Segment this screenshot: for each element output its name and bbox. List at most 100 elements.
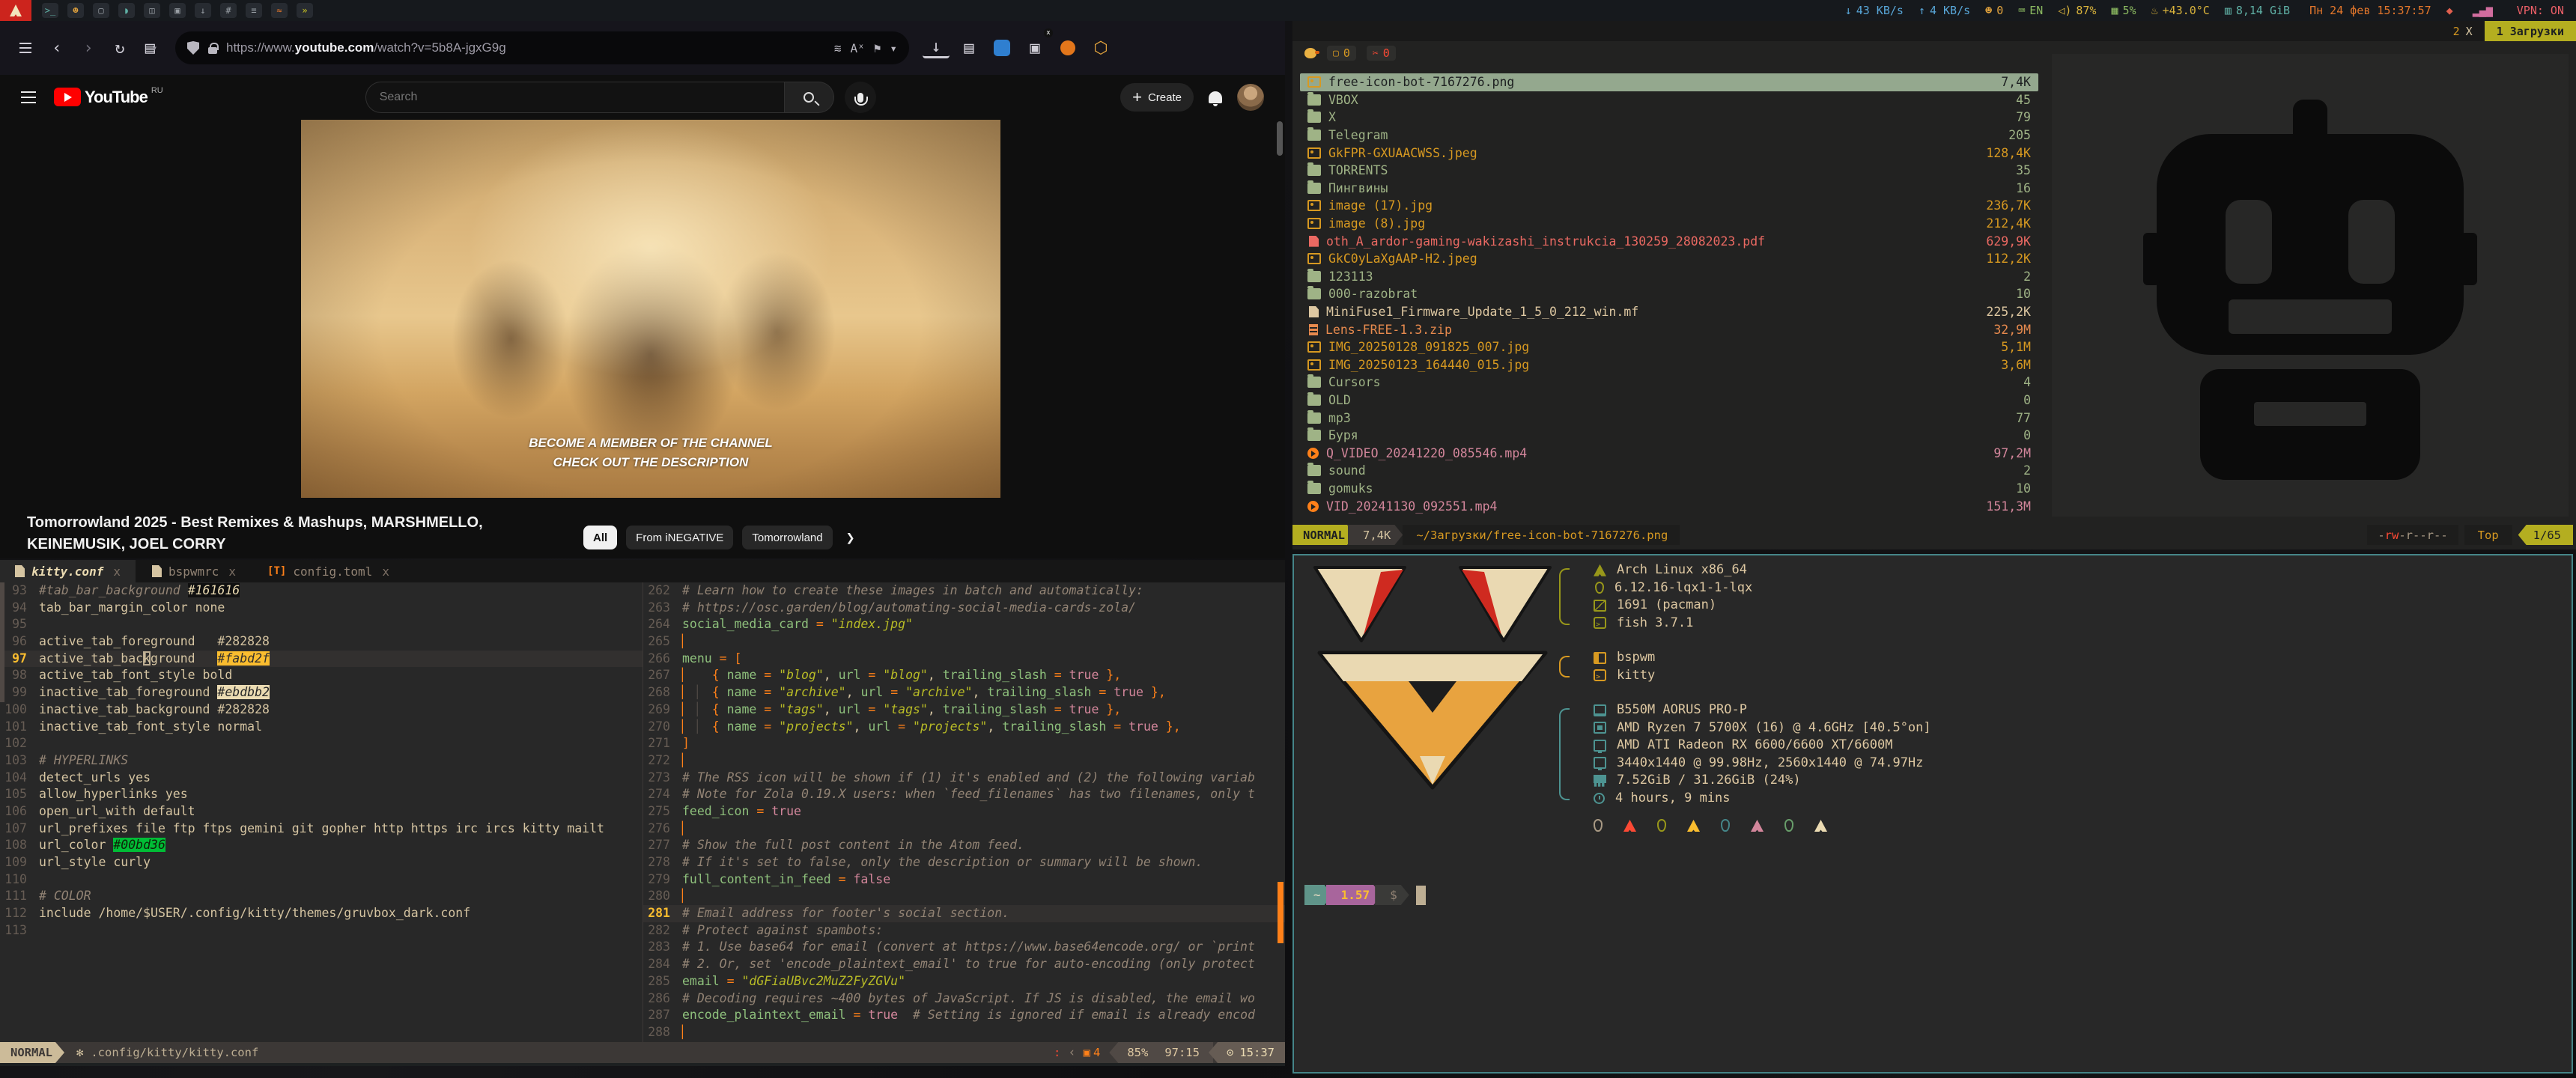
kitty-tab-active[interactable]: 1 Загрузки — [2485, 21, 2576, 41]
create-button[interactable]: +Create — [1120, 83, 1194, 112]
youtube-menu-button[interactable] — [21, 91, 36, 103]
chips-more-icon[interactable]: ❯ — [846, 529, 855, 546]
filter-chip[interactable]: From iNEGATIVE — [626, 526, 733, 549]
search-input[interactable] — [365, 82, 785, 113]
editor-line: 100inactive_tab_background #282828 — [0, 701, 643, 719]
filter-chip[interactable]: Tomorrowland — [742, 526, 832, 549]
file-row[interactable]: GkFPR-GXUAACWSS.jpeg 128,4K — [1300, 144, 2038, 162]
file-row[interactable]: free-icon-bot-7167276.png 7,4K — [1300, 73, 2038, 91]
back-button[interactable]: ‹ — [43, 34, 70, 61]
file-row[interactable]: image (8).jpg 212,4K — [1300, 215, 2038, 233]
screenshot-extension-icon[interactable]: ▣ — [1021, 34, 1048, 61]
editor-cmdline — [0, 1063, 1285, 1066]
bookmark-icon[interactable]: ⚑ — [874, 41, 881, 55]
browser-icon[interactable]: ☻ — [67, 3, 84, 18]
file-row[interactable]: gomuks 10 — [1300, 480, 2038, 498]
notifications-bell-icon[interactable] — [1209, 91, 1222, 103]
download-icon[interactable]: ↓ — [195, 3, 211, 18]
net-up[interactable]: ↑4 KB/s — [1919, 4, 1970, 17]
palette-glyph — [1623, 820, 1636, 832]
files-icon[interactable]: ▢ — [93, 3, 109, 18]
file-row[interactable]: IMG_20250123_164440_015.jpg 3,6M — [1300, 356, 2038, 374]
downloads-icon[interactable]: ↓ — [923, 37, 950, 58]
editor-scrollbar[interactable] — [1278, 882, 1284, 943]
temperature[interactable]: ♨+43.0°C — [2151, 4, 2210, 17]
editor-tab[interactable]: [T] config.toml x — [252, 560, 404, 582]
memory[interactable]: ▥8,14 GiB — [2225, 4, 2290, 17]
file-row[interactable]: oth_A_ardor-gaming-wakizashi_instrukcia_… — [1300, 232, 2038, 250]
library-icon[interactable]: ▤ — [956, 34, 982, 61]
sidebar-extension-icon[interactable] — [988, 34, 1015, 61]
search-field[interactable] — [380, 91, 771, 104]
ghost-count[interactable]: ☻0 — [1985, 4, 2003, 17]
adblock-extension-icon[interactable] — [1054, 34, 1081, 61]
tab-close-icon[interactable]: x — [113, 564, 121, 579]
left-pane-scroll-indicator[interactable] — [0, 582, 4, 702]
tab-close-icon[interactable]: x — [228, 564, 236, 579]
editor-tab[interactable]: kitty.conf x — [0, 560, 136, 582]
grid-icon[interactable]: # — [220, 3, 237, 18]
file-row[interactable]: X 79 — [1300, 109, 2038, 127]
video-player[interactable]: BECOME A MEMBER OF THE CHANNEL CHECK OUT… — [301, 120, 1000, 498]
voice-search-button[interactable] — [845, 82, 876, 113]
clock[interactable]: Пн 24 фев 15:37:57 — [2305, 4, 2431, 17]
extensions-icon[interactable]: ⬡ — [1087, 34, 1114, 61]
cpu-usage[interactable]: ▦5% — [2111, 4, 2136, 17]
net-down[interactable]: ↓43 KB/s — [1845, 4, 1904, 17]
youtube-logo[interactable]: YouTube RU — [54, 88, 163, 107]
tracking-protection-icon[interactable] — [187, 41, 199, 55]
file-row[interactable]: MiniFuse1_Firmware_Update_1_5_0_212_win.… — [1300, 303, 2038, 321]
search-button[interactable] — [785, 82, 834, 113]
filter-chip[interactable]: All — [583, 526, 617, 549]
chevrons-icon[interactable]: » — [297, 3, 313, 18]
page-scrollbar[interactable] — [1277, 121, 1283, 156]
kitty-tab-inactive[interactable]: 2X — [2441, 21, 2485, 41]
editor-pane-right[interactable]: 262# Learn how to create these images in… — [643, 582, 1285, 1042]
file-row[interactable]: Telegram 205 — [1300, 127, 2038, 144]
window-split-icon[interactable]: ◫ — [144, 3, 160, 18]
bookmark-chevron-icon[interactable]: ▾ — [890, 41, 897, 55]
translate-icon[interactable]: Aˣ — [850, 41, 864, 55]
file-row[interactable]: image (17).jpg 236,7K — [1300, 197, 2038, 215]
file-row[interactable]: Q_VIDEO_20241220_085546.mp4 97,2M — [1300, 444, 2038, 462]
tab-close-icon[interactable]: x — [382, 564, 389, 579]
rss-icon[interactable]: ≋ — [834, 41, 842, 55]
file-row[interactable]: 123113 2 — [1300, 268, 2038, 286]
volume[interactable]: ◁)87% — [2058, 4, 2096, 17]
file-row[interactable]: Буря 0 — [1300, 427, 2038, 445]
file-row[interactable]: OLD 0 — [1300, 392, 2038, 409]
reload-button[interactable]: ↻ — [106, 34, 133, 61]
file-row[interactable]: Cursors 4 — [1300, 374, 2038, 392]
url-bar[interactable]: https://www.youtube.com/watch?v=5b8A-jgx… — [175, 31, 909, 64]
file-row[interactable]: IMG_20250128_091825_007.jpg 5,1M — [1300, 338, 2038, 356]
screenshot-icon[interactable]: ▣ — [169, 3, 186, 18]
editor-pane-left[interactable]: 93#tab_bar_background #161616 94tab_bar_… — [0, 582, 643, 1042]
list-icon[interactable]: ≡ — [246, 3, 262, 18]
launcher-button[interactable] — [0, 0, 31, 21]
editor-tab[interactable]: bspwmrc x — [137, 560, 251, 582]
browser-menu-button[interactable] — [12, 34, 39, 61]
terminal-window[interactable]: Arch Linux x86_646.12.16-lqx1-1-lqx1691 … — [1292, 554, 2573, 1074]
file-row[interactable]: 000-razobrat 10 — [1300, 285, 2038, 303]
notification-bell[interactable]: ◆ — [2446, 4, 2458, 17]
file-row[interactable]: Lens-FREE-1.3.zip 32,9M — [1300, 320, 2038, 338]
file-row[interactable]: Пингвины 16 — [1300, 180, 2038, 198]
vpn-status[interactable]: VPN: ON — [2512, 4, 2564, 17]
file-row[interactable]: sound 2 — [1300, 462, 2038, 480]
file-row[interactable]: VBOX 45 — [1300, 91, 2038, 109]
file-row[interactable]: mp3 77 — [1300, 409, 2038, 427]
file-row[interactable]: VID_20241130_092551.mp4 151,3M — [1300, 497, 2038, 515]
avatar[interactable] — [1237, 84, 1264, 111]
file-row[interactable]: GkC0yLaXgAAP-H2.jpeg 112,2K — [1300, 250, 2038, 268]
lock-icon[interactable] — [208, 47, 217, 54]
shell-prompt[interactable]: ~ 1.57 $ — [1304, 885, 1426, 905]
activity-icon[interactable]: ≈ — [271, 3, 288, 18]
signal-bars[interactable]: ▂▄▆ — [2473, 4, 2497, 17]
terminal-icon[interactable]: >_ — [42, 3, 58, 18]
reader-view-button[interactable]: ▤▾ — [138, 34, 165, 61]
chat-icon[interactable]: ◗ — [118, 3, 135, 18]
url-text[interactable]: https://www.youtube.com/watch?v=5b8A-jgx… — [226, 40, 825, 55]
keyboard-layout[interactable]: ⌨EN — [2018, 4, 2043, 17]
forward-button[interactable]: › — [75, 34, 102, 61]
file-row[interactable]: TORRENTS 35 — [1300, 162, 2038, 180]
